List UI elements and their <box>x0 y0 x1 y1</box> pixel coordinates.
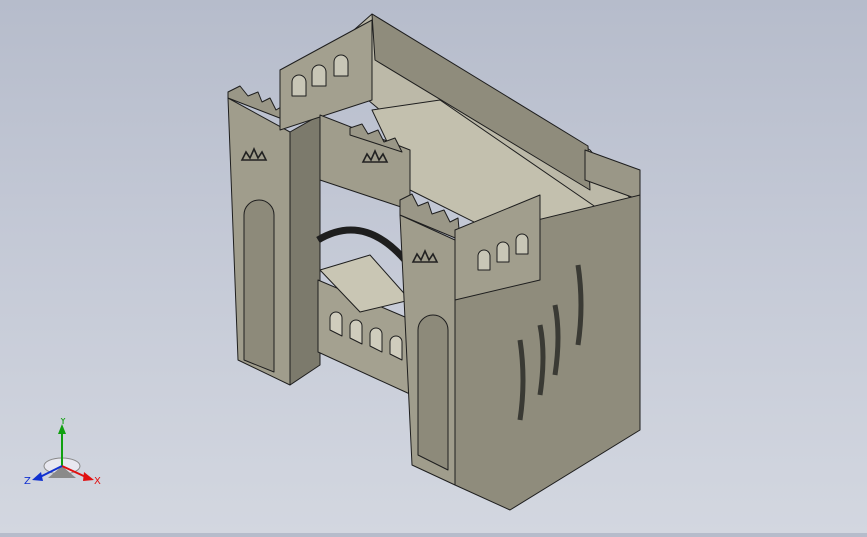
cad-viewport[interactable] <box>0 0 867 533</box>
left-tower-side <box>289 114 321 386</box>
y-axis-label: Y <box>59 418 67 427</box>
left-door <box>243 199 275 373</box>
x-axis-label: X <box>94 476 101 487</box>
castle-bed-model[interactable] <box>0 0 867 533</box>
right-door <box>417 314 449 471</box>
axis-triad: Y X Z <box>22 416 112 498</box>
z-axis-label: Z <box>24 476 31 487</box>
